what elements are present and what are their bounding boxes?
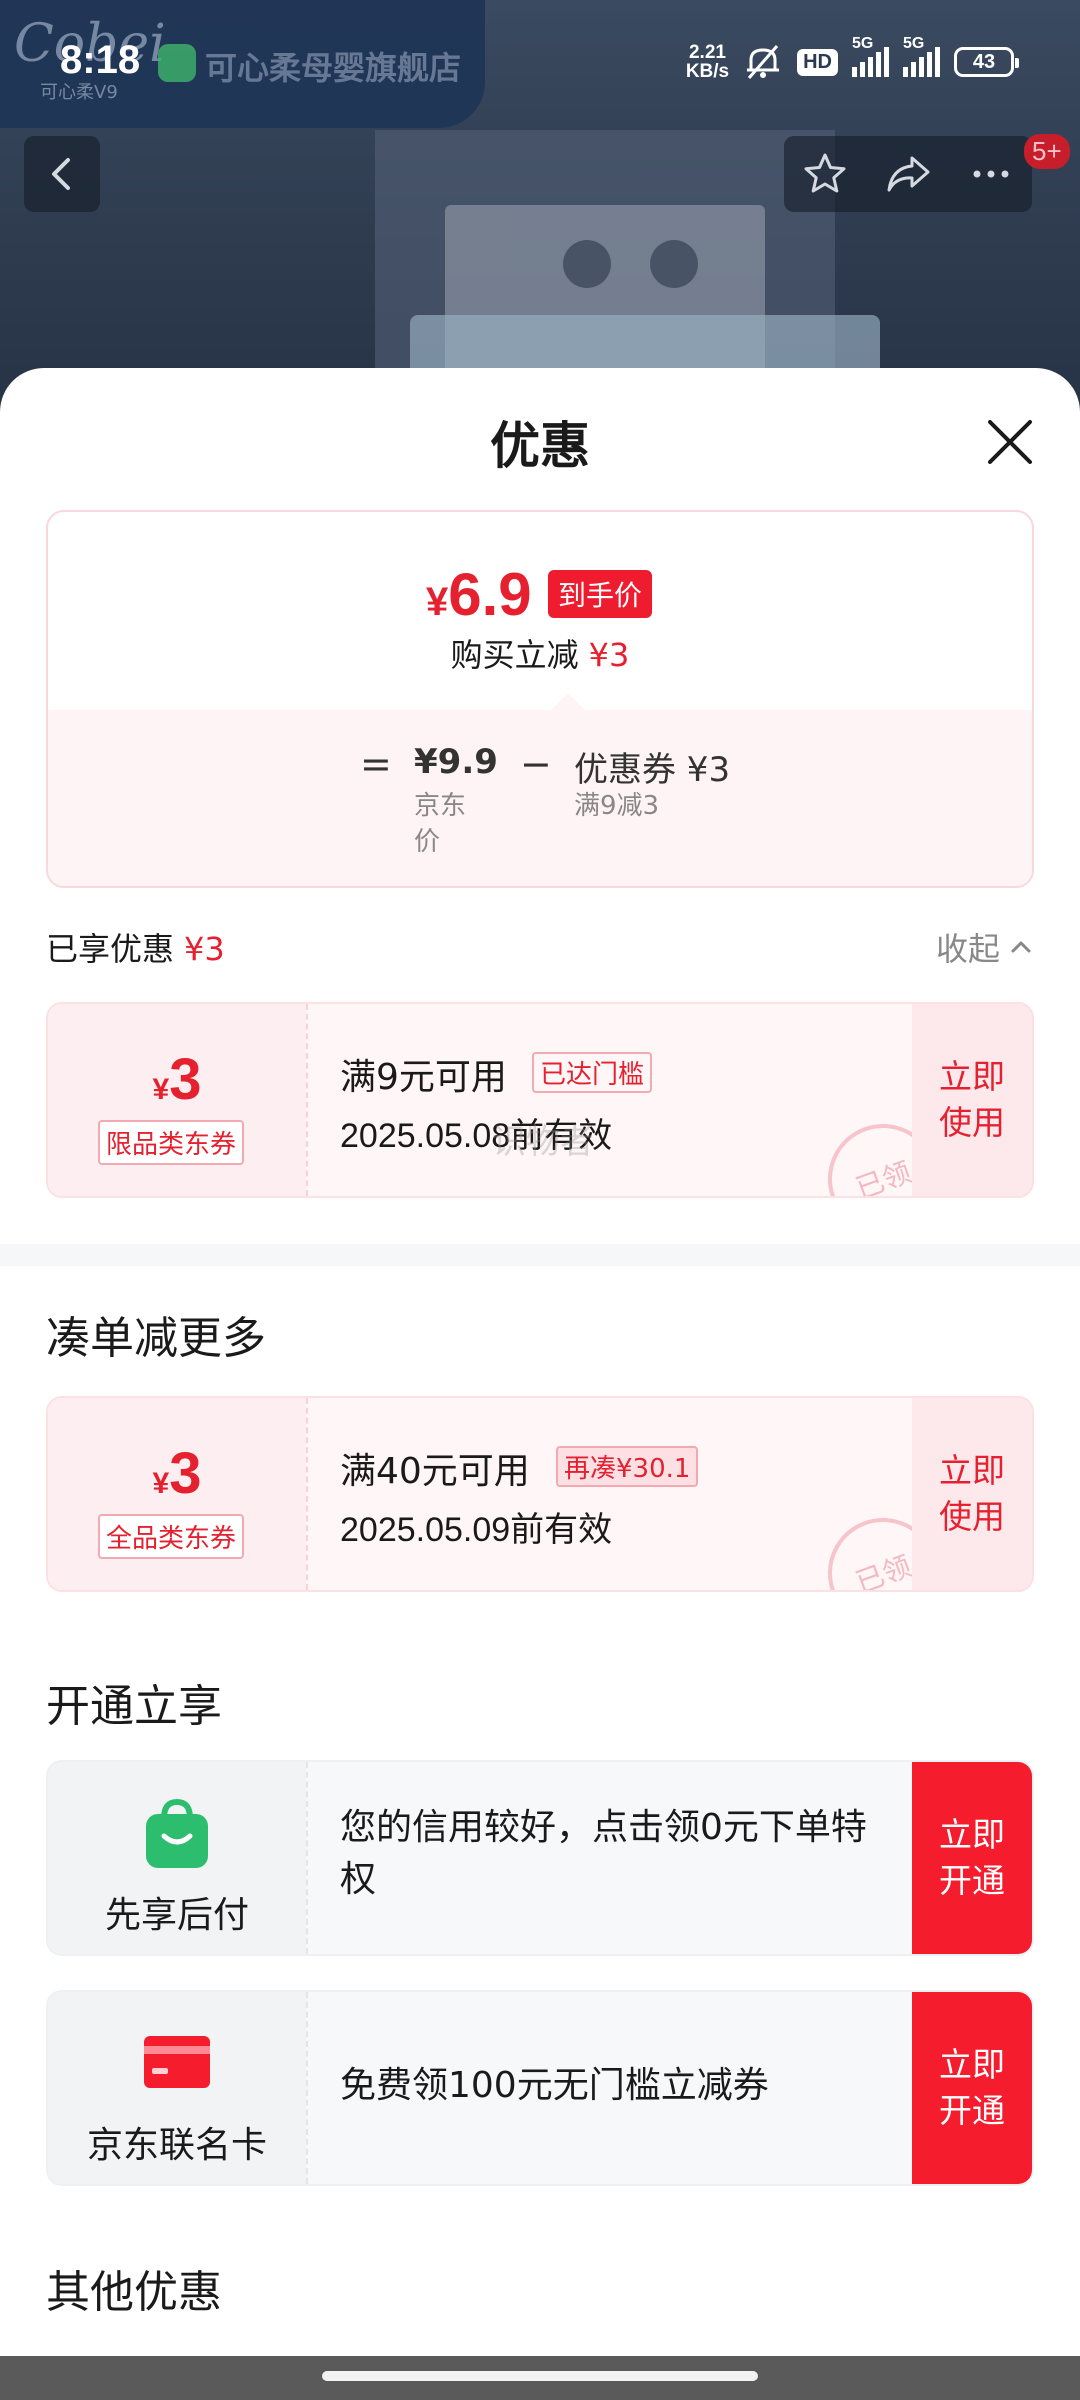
coupon-threshold-tag: 已达门槛 [532,1052,653,1093]
watermark-text: 识物者 [492,1122,594,1162]
cobrand-card[interactable]: 京东联名卡 免费领100元无门槛立减券 立即开通 [46,1990,1034,2186]
chevron-left-icon [52,158,70,190]
product-image-detail [563,240,611,288]
share-icon [887,156,930,192]
mute-icon [747,45,780,79]
hd-voice-badge: HD [797,48,838,76]
collapse-label: 收起 [936,930,1001,968]
cobrand-card-desc: 免费领100元无门槛立减券 [340,2065,769,2106]
coupon-amount-value: 3 [169,1441,202,1506]
minus-sign: − [520,742,552,786]
coupon-validity: 2025.05.09前有效 [340,1511,613,1549]
use-coupon-button[interactable]: 立即使用 [912,1398,1032,1590]
network-speed-unit: KB/s [685,61,730,82]
sheet-title: 优惠 [490,417,590,475]
share-button[interactable] [867,136,950,212]
cart-count-badge: 5+ [1024,134,1070,169]
product-image-detail [650,240,698,288]
currency-symbol: ¥ [426,580,449,624]
network-speed: 2.21 KB/s [686,43,729,81]
more-button[interactable] [949,136,1032,212]
pay-later-name: 先享后付 [104,1895,249,1936]
open-cobrand-card-button[interactable]: 立即开通 [912,1992,1032,2184]
chevron-up-icon [1011,941,1031,953]
coupon-card[interactable]: ¥3 限品类东券 满9元可用 已达门槛 2025.05.08前有效 识物者 已领… [46,1002,1034,1198]
other-discounts-title: 其他优惠 [46,2267,222,2318]
open-benefits-title: 开通立享 [46,1681,222,1732]
battery-icon: 43 [954,47,1019,77]
favorite-button[interactable] [784,136,867,212]
more-discounts-title: 凑单减更多 [46,1313,266,1364]
coupon-amount-value: 3 [169,1047,202,1112]
coupon-perforation [306,1004,308,1196]
pay-later-card[interactable]: 先享后付 您的信用较好，点击领0元下单特权 立即开通 [46,1760,1034,1956]
coupon-amount: ¥3 [48,1440,306,1507]
price-formula-area [48,710,1032,886]
credit-card-icon [144,2036,210,2088]
home-indicator[interactable] [322,2371,758,2381]
reduce-value: ¥3 [588,636,630,674]
final-price: ¥6.9 [426,560,532,629]
open-pay-later-button[interactable]: 立即开通 [912,1762,1032,1954]
coupon-currency: ¥ [152,1467,170,1500]
shopping-bag-icon [146,1798,208,1868]
coupon-condition: 满9元可用 [340,1057,507,1098]
enjoyed-label: 已享优惠 [46,930,175,968]
close-icon [988,420,1032,464]
back-button[interactable] [24,136,100,212]
coupon-deduction: 优惠券 ¥3 [574,750,731,790]
coupon-rule: 满9减3 [574,791,660,821]
section-divider [0,1244,1080,1266]
open-button-label: 立即开通 [939,2045,1005,2130]
sim1-network-type: 5G [852,35,874,52]
network-speed-value: 2.21 [688,42,726,63]
open-card-perforation [306,1992,308,2184]
claimed-stamp-text: 已领 [851,1155,916,1198]
clock: 8:18 [60,38,141,82]
coupon-condition: 满40元可用 [340,1451,530,1492]
system-nav-bar [0,2356,1080,2400]
claimed-stamp-text: 已领 [851,1549,916,1592]
open-button-label: 立即开通 [939,1815,1005,1900]
coupon-type-badge: 限品类东券 [98,1120,245,1165]
more-dots-icon [973,170,1009,178]
coupon-remaining-tag: 再凑¥30.1 [556,1446,699,1487]
collapse-toggle[interactable]: 收起 [936,924,1034,970]
star-icon [804,153,846,193]
top-action-group [784,136,1032,212]
open-card-perforation [306,1762,308,1954]
enjoyed-value: ¥3 [184,930,225,968]
enjoyed-discount: 已享优惠 ¥3 [46,924,225,970]
cobrand-card-name: 京东联名卡 [86,2125,267,2166]
coupon-currency: ¥ [152,1073,170,1106]
close-button[interactable] [982,414,1038,470]
final-price-value: 6.9 [448,561,532,628]
reduce-label: 购买立减 [450,636,579,674]
pay-later-desc: 您的信用较好，点击领0元下单特权 [340,1807,867,1900]
coupon-amount: ¥3 [48,1046,306,1113]
signal-sim1-icon: 5G [852,35,889,77]
use-coupon-button[interactable]: 立即使用 [912,1004,1032,1196]
use-coupon-label: 立即使用 [939,1451,1005,1536]
sim2-network-type: 5G [903,35,925,52]
signal-sim2-icon: 5G [903,35,940,77]
final-price-tag: 到手价 [548,570,653,618]
jd-price: ¥9.9 [414,742,498,782]
jd-price-label: 京东价 [414,791,467,857]
discount-sheet: 优惠 ¥6.9 到手价 购买立减 ¥3 = ¥9.9 − 优惠券 ¥3 京东价 满… [0,368,1080,2400]
coupon-type-badge: 全品类东券 [98,1514,245,1559]
price-breakdown-card: ¥6.9 到手价 购买立减 ¥3 = ¥9.9 − 优惠券 ¥3 京东价 满9减3 [46,510,1034,888]
use-coupon-label: 立即使用 [939,1057,1005,1142]
status-bar: 8:18 2.21 KB/s HD 5G 5G 43 [0,0,1080,128]
equals-sign: = [360,742,392,786]
coupon-card[interactable]: ¥3 全品类东券 满40元可用 再凑¥30.1 2025.05.09前有效 已领… [46,1396,1034,1592]
status-icons: 2.21 KB/s HD 5G 5G 43 [686,35,1019,84]
coupon-perforation [306,1398,308,1590]
battery-level: 43 [972,50,996,73]
reduce-line: 购买立减 ¥3 [48,630,1032,676]
